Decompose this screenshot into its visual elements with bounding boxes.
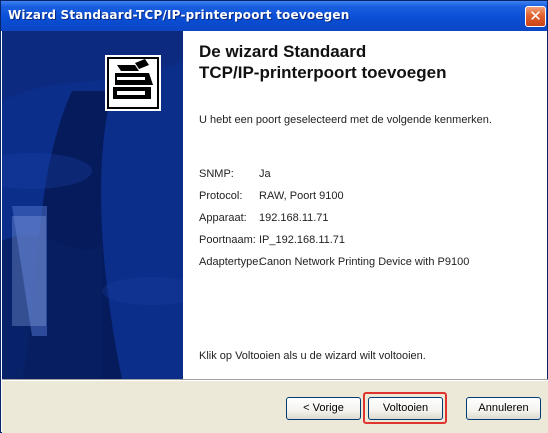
property-label: Apparaat: [199, 212, 247, 224]
wizard-heading: De wizard Standaard TCP/IP-printerpoort … [199, 41, 529, 83]
property-label: Poortnaam: [199, 234, 256, 246]
property-row-port-name: Poortnaam: IP_192.168.11.71 [199, 233, 539, 255]
property-label: SNMP: [199, 168, 234, 180]
close-button[interactable]: ✕ [525, 6, 546, 27]
window-title: Wizard Standaard-TCP/IP-printerpoort toe… [8, 8, 350, 22]
wizard-side-banner [2, 31, 183, 379]
property-value: IP_192.168.11.71 [259, 234, 346, 246]
property-row-protocol: Protocol: RAW, Poort 9100 [199, 189, 539, 211]
title-bar[interactable]: Wizard Standaard-TCP/IP-printerpoort toe… [1, 1, 547, 31]
property-row-device: Apparaat: 192.168.11.71 [199, 211, 539, 233]
property-value: 192.168.11.71 [259, 212, 329, 224]
close-icon: ✕ [529, 7, 542, 25]
property-value: RAW, Poort 9100 [259, 190, 344, 202]
printer-wizard-icon [105, 55, 161, 111]
heading-line-2: TCP/IP-printerpoort toevoegen [199, 63, 447, 82]
property-value: Ja [259, 168, 271, 180]
property-label: Protocol: [199, 190, 243, 202]
port-properties: SNMP: Ja Protocol: RAW, Poort 9100 Appar… [199, 167, 539, 277]
property-label: Adaptertype: [199, 256, 262, 268]
finish-instruction: Klik op Voltooien als u de wizard wilt v… [199, 350, 426, 362]
property-row-snmp: SNMP: Ja [199, 167, 539, 189]
heading-line-1: De wizard Standaard [199, 42, 367, 61]
button-bar: < Vorige Voltooien Annuleren [2, 381, 548, 433]
property-row-adapter-type: Adaptertype: Canon Network Printing Devi… [199, 255, 539, 277]
cancel-button[interactable]: Annuleren [466, 397, 541, 420]
intro-text: U hebt een poort geselecteerd met de vol… [199, 114, 492, 126]
property-value: Canon Network Printing Device with P9100 [259, 256, 470, 268]
finish-button[interactable]: Voltooien [368, 397, 443, 420]
wizard-window: Wizard Standaard-TCP/IP-printerpoort toe… [0, 0, 548, 433]
back-button[interactable]: < Vorige [286, 397, 361, 420]
